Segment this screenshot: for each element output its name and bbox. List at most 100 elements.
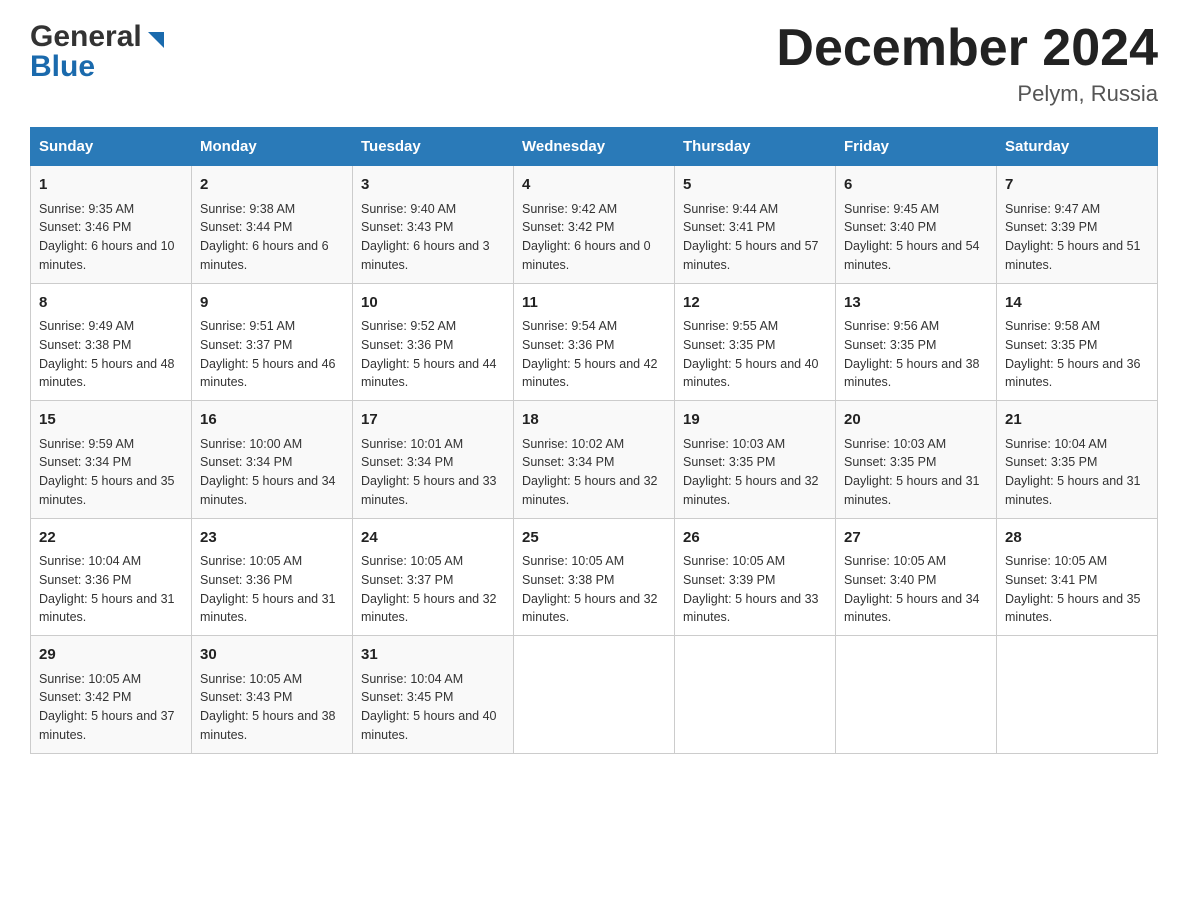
calendar-header-saturday: Saturday: [997, 128, 1158, 166]
day-info: Sunrise: 9:35 AMSunset: 3:46 PMDaylight:…: [39, 202, 175, 272]
calendar-cell: 9 Sunrise: 9:51 AMSunset: 3:37 PMDaylight…: [192, 283, 353, 401]
calendar-week-row: 8 Sunrise: 9:49 AMSunset: 3:38 PMDaylight…: [31, 283, 1158, 401]
day-info: Sunrise: 10:04 AMSunset: 3:35 PMDaylight…: [1005, 437, 1141, 507]
calendar-cell: [997, 636, 1158, 754]
calendar-cell: 18 Sunrise: 10:02 AMSunset: 3:34 PMDaylig…: [514, 401, 675, 519]
day-info: Sunrise: 10:01 AMSunset: 3:34 PMDaylight…: [361, 437, 497, 507]
day-number: 29: [39, 644, 183, 667]
day-number: 23: [200, 527, 344, 550]
day-number: 2: [200, 174, 344, 197]
calendar-header-sunday: Sunday: [31, 128, 192, 166]
calendar-cell: 21 Sunrise: 10:04 AMSunset: 3:35 PMDaylig…: [997, 401, 1158, 519]
day-number: 8: [39, 292, 183, 315]
day-info: Sunrise: 9:47 AMSunset: 3:39 PMDaylight:…: [1005, 202, 1141, 272]
day-info: Sunrise: 10:00 AMSunset: 3:34 PMDaylight…: [200, 437, 336, 507]
calendar-cell: 27Sunrise: 10:05 AMSunset: 3:40 PMDaylig…: [836, 518, 997, 636]
calendar-cell: 8 Sunrise: 9:49 AMSunset: 3:38 PMDaylight…: [31, 283, 192, 401]
calendar-week-row: 1 Sunrise: 9:35 AMSunset: 3:46 PMDaylight…: [31, 166, 1158, 284]
calendar-cell: 20 Sunrise: 10:03 AMSunset: 3:35 PMDaylig…: [836, 401, 997, 519]
calendar-cell: 19 Sunrise: 10:03 AMSunset: 3:35 PMDaylig…: [675, 401, 836, 519]
day-info: Sunrise: 10:03 AMSunset: 3:35 PMDaylight…: [683, 437, 819, 507]
day-number: 3: [361, 174, 505, 197]
day-info: Sunrise: 10:04 AMSunset: 3:45 PMDaylight…: [361, 672, 497, 742]
day-number: 9: [200, 292, 344, 315]
day-info: Sunrise: 9:58 AMSunset: 3:35 PMDaylight:…: [1005, 319, 1141, 389]
calendar-cell: 12Sunrise: 9:55 AMSunset: 3:35 PMDayligh…: [675, 283, 836, 401]
calendar-cell: 3 Sunrise: 9:40 AMSunset: 3:43 PMDaylight…: [353, 166, 514, 284]
calendar-cell: 31 Sunrise: 10:04 AMSunset: 3:45 PMDaylig…: [353, 636, 514, 754]
day-number: 14: [1005, 292, 1149, 315]
calendar-header-tuesday: Tuesday: [353, 128, 514, 166]
calendar-cell: 11Sunrise: 9:54 AMSunset: 3:36 PMDayligh…: [514, 283, 675, 401]
calendar-cell: 17 Sunrise: 10:01 AMSunset: 3:34 PMDaylig…: [353, 401, 514, 519]
day-number: 25: [522, 527, 666, 550]
calendar-week-row: 22 Sunrise: 10:04 AMSunset: 3:36 PMDaylig…: [31, 518, 1158, 636]
calendar-cell: [514, 636, 675, 754]
day-info: Sunrise: 10:02 AMSunset: 3:34 PMDaylight…: [522, 437, 658, 507]
location-text: Pelym, Russia: [776, 81, 1158, 107]
day-number: 1: [39, 174, 183, 197]
calendar-header-friday: Friday: [836, 128, 997, 166]
day-number: 18: [522, 409, 666, 432]
calendar-header-thursday: Thursday: [675, 128, 836, 166]
day-info: Sunrise: 10:03 AMSunset: 3:35 PMDaylight…: [844, 437, 980, 507]
calendar-table: SundayMondayTuesdayWednesdayThursdayFrid…: [30, 127, 1158, 754]
logo-general-text: General: [30, 20, 142, 54]
day-info: Sunrise: 10:05 AMSunset: 3:41 PMDaylight…: [1005, 554, 1141, 624]
day-number: 19: [683, 409, 827, 432]
day-info: Sunrise: 10:05 AMSunset: 3:36 PMDaylight…: [200, 554, 336, 624]
calendar-cell: 6 Sunrise: 9:45 AMSunset: 3:40 PMDaylight…: [836, 166, 997, 284]
calendar-cell: 13Sunrise: 9:56 AMSunset: 3:35 PMDayligh…: [836, 283, 997, 401]
calendar-cell: 29 Sunrise: 10:05 AMSunset: 3:42 PMDaylig…: [31, 636, 192, 754]
day-number: 21: [1005, 409, 1149, 432]
day-number: 20: [844, 409, 988, 432]
day-number: 7: [1005, 174, 1149, 197]
day-info: Sunrise: 9:40 AMSunset: 3:43 PMDaylight:…: [361, 202, 490, 272]
month-title: December 2024: [776, 20, 1158, 77]
calendar-cell: 14 Sunrise: 9:58 AMSunset: 3:35 PMDayligh…: [997, 283, 1158, 401]
day-number: 10: [361, 292, 505, 315]
day-number: 11: [522, 292, 666, 315]
day-number: 22: [39, 527, 183, 550]
calendar-cell: [836, 636, 997, 754]
day-info: Sunrise: 9:45 AMSunset: 3:40 PMDaylight:…: [844, 202, 980, 272]
day-number: 5: [683, 174, 827, 197]
day-info: Sunrise: 9:51 AMSunset: 3:37 PMDaylight:…: [200, 319, 336, 389]
day-info: Sunrise: 10:05 AMSunset: 3:39 PMDaylight…: [683, 554, 819, 624]
day-info: Sunrise: 9:56 AMSunset: 3:35 PMDaylight:…: [844, 319, 980, 389]
calendar-header-wednesday: Wednesday: [514, 128, 675, 166]
calendar-week-row: 29 Sunrise: 10:05 AMSunset: 3:42 PMDaylig…: [31, 636, 1158, 754]
day-info: Sunrise: 10:05 AMSunset: 3:43 PMDaylight…: [200, 672, 336, 742]
calendar-cell: 4Sunrise: 9:42 AMSunset: 3:42 PMDaylight…: [514, 166, 675, 284]
day-number: 28: [1005, 527, 1149, 550]
calendar-cell: 26Sunrise: 10:05 AMSunset: 3:39 PMDaylig…: [675, 518, 836, 636]
day-number: 17: [361, 409, 505, 432]
day-number: 6: [844, 174, 988, 197]
day-number: 16: [200, 409, 344, 432]
day-info: Sunrise: 9:49 AMSunset: 3:38 PMDaylight:…: [39, 319, 175, 389]
day-info: Sunrise: 10:05 AMSunset: 3:42 PMDaylight…: [39, 672, 175, 742]
calendar-header-monday: Monday: [192, 128, 353, 166]
logo-triangle-icon: [144, 28, 166, 50]
logo-blue-text: Blue: [30, 50, 95, 84]
day-info: Sunrise: 9:42 AMSunset: 3:42 PMDaylight:…: [522, 202, 651, 272]
calendar-cell: 22 Sunrise: 10:04 AMSunset: 3:36 PMDaylig…: [31, 518, 192, 636]
day-info: Sunrise: 10:04 AMSunset: 3:36 PMDaylight…: [39, 554, 175, 624]
calendar-header-row: SundayMondayTuesdayWednesdayThursdayFrid…: [31, 128, 1158, 166]
calendar-cell: 15Sunrise: 9:59 AMSunset: 3:34 PMDayligh…: [31, 401, 192, 519]
calendar-cell: 28 Sunrise: 10:05 AMSunset: 3:41 PMDaylig…: [997, 518, 1158, 636]
page-header: General Blue December 2024 Pelym, Russia: [30, 20, 1158, 107]
day-info: Sunrise: 9:44 AMSunset: 3:41 PMDaylight:…: [683, 202, 819, 272]
day-number: 15: [39, 409, 183, 432]
calendar-cell: 16 Sunrise: 10:00 AMSunset: 3:34 PMDaylig…: [192, 401, 353, 519]
day-info: Sunrise: 9:52 AMSunset: 3:36 PMDaylight:…: [361, 319, 497, 389]
day-number: 31: [361, 644, 505, 667]
title-block: December 2024 Pelym, Russia: [776, 20, 1158, 107]
calendar-cell: 30 Sunrise: 10:05 AMSunset: 3:43 PMDaylig…: [192, 636, 353, 754]
calendar-cell: 10 Sunrise: 9:52 AMSunset: 3:36 PMDayligh…: [353, 283, 514, 401]
day-number: 24: [361, 527, 505, 550]
calendar-cell: 5 Sunrise: 9:44 AMSunset: 3:41 PMDaylight…: [675, 166, 836, 284]
calendar-cell: 2Sunrise: 9:38 AMSunset: 3:44 PMDaylight…: [192, 166, 353, 284]
day-info: Sunrise: 10:05 AMSunset: 3:40 PMDaylight…: [844, 554, 980, 624]
day-number: 30: [200, 644, 344, 667]
